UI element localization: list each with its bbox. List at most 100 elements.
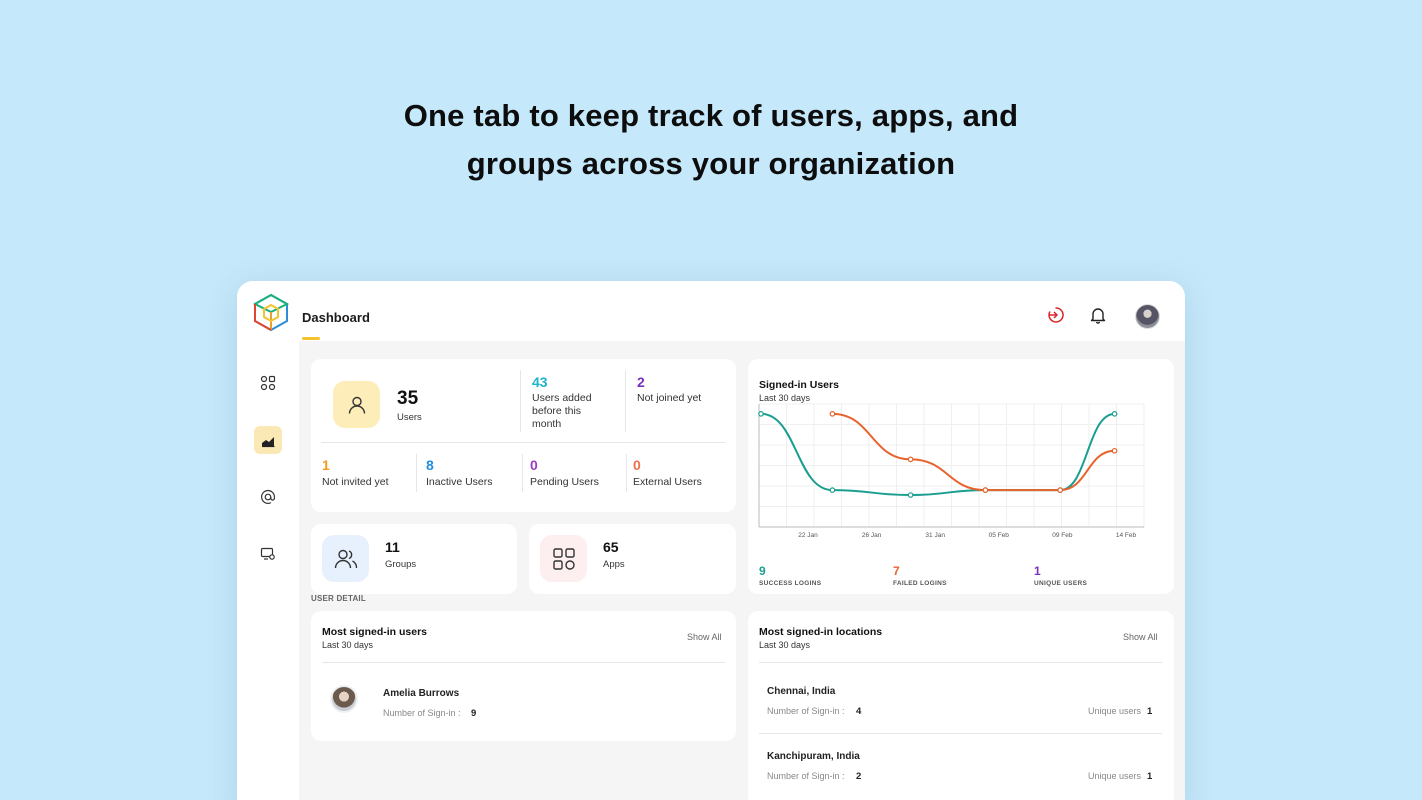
apps-card[interactable]: 65 Apps [529,524,736,594]
series-point-0 [1111,411,1118,417]
unique-users-label: UNIQUE USERS [1034,580,1088,587]
location-signin-count: 2 [856,771,862,782]
location-unique-label: Unique users [1088,771,1142,781]
x-tick-label: 05 Feb [989,532,1010,539]
external-label: External Users [633,476,702,488]
headline: One tab to keep track of users, apps, an… [0,92,1422,188]
groups-icon [334,549,357,568]
user-signin-count: 9 [471,708,477,719]
user-signin-label: Number of Sign-in : [383,708,461,718]
users-added-label-1: Users added [532,392,592,404]
divider [626,454,627,492]
not-invited-label: Not invited yet [322,476,389,488]
users-total-label: Users [397,412,422,423]
success-logins-value: 9 [759,564,766,578]
most-signed-in-locations-card: Most signed-in locations Last 30 days Sh… [748,611,1174,800]
apps-grid-icon [260,375,276,391]
apps-count: 65 [603,539,619,555]
sign-in-activity-icon[interactable] [1046,305,1066,325]
sidebar-item-devices[interactable] [254,540,282,568]
series-point-0 [758,411,764,417]
at-sign-icon [261,489,276,504]
location-signin-label: Number of Sign-in : [767,771,845,781]
divider [416,454,417,492]
success-logins-label: SUCCESS LOGINS [759,580,822,587]
location-signin-label: Number of Sign-in : [767,706,845,716]
groups-card[interactable]: 11 Groups [311,524,517,594]
signed-in-users-card: Signed-in Users Last 30 days 22 Jan 26 Ja… [748,359,1174,594]
locations-title: Most signed-in locations [759,626,883,638]
user-avatar[interactable] [1135,304,1160,329]
user-icon [348,396,365,414]
groups-badge [322,535,369,582]
headline-line-2: groups across your organization [466,146,956,181]
sidebar [237,341,299,800]
series-point-1 [907,456,914,463]
logo-cube-icon[interactable] [253,293,289,331]
x-tick-label: 09 Feb [1052,532,1073,539]
pending-label: Pending Users [530,476,599,488]
divider [625,370,626,432]
divider [759,733,1162,734]
groups-count: 11 [385,539,400,555]
user-name: Amelia Burrows [383,688,460,699]
inactive-value: 8 [426,457,434,473]
users-added-label-3: month [532,418,562,430]
series-point-1 [829,411,836,417]
groups-label: Groups [385,559,417,570]
user-avatar-amelia [330,685,358,713]
location-name: Kanchipuram, India [767,751,860,762]
inactive-label: Inactive Users [426,476,493,488]
location-unique-count: 1 [1147,771,1153,782]
not-joined-value: 2 [637,374,645,390]
most-signed-in-users-card: Most signed-in users Last 30 days Show A… [311,611,736,741]
headline-line-1: One tab to keep track of users, apps, an… [403,98,1019,133]
most-signed-in-users-subtitle: Last 30 days [322,640,374,650]
signed-in-users-chart: 22 Jan 26 Jan 31 Jan 05 Feb 09 Feb 14 Feb [758,403,1145,539]
location-unique-count: 1 [1147,706,1153,717]
main-content: 35 Users 43 Users added before this mont… [299,341,1185,800]
location-row[interactable]: Kanchipuram, India Number of Sign-in : 2… [748,736,1174,798]
top-bar: Dashboard [237,281,1185,341]
x-tick-label: 26 Jan [862,532,882,539]
user-detail-section-label: USER DETAIL [311,594,366,603]
sidebar-item-mail[interactable] [254,483,282,511]
unique-users-value: 1 [1034,564,1041,578]
users-summary-card: 35 Users 43 Users added before this mont… [311,359,736,512]
apps-badge [540,535,587,582]
tab-dashboard[interactable]: Dashboard [302,310,370,325]
sidebar-item-overview[interactable] [254,369,282,397]
divider [322,662,725,663]
show-all-locations-link[interactable]: Show All [1123,632,1158,642]
divider [522,454,523,492]
locations-subtitle: Last 30 days [759,640,811,650]
divider [759,662,1162,663]
divider [321,442,725,443]
pending-value: 0 [530,457,538,473]
apps-label: Apps [603,559,625,570]
most-signed-in-users-title: Most signed-in users [322,626,428,638]
active-tab-indicator [302,337,320,340]
not-joined-label: Not joined yet [637,392,702,404]
series-line-1 [832,412,1115,492]
x-tick-label: 22 Jan [798,532,818,539]
series-point-1 [982,487,989,493]
users-total: 35 [397,388,419,409]
location-name: Chennai, India [767,686,836,697]
apps-icon [552,547,575,570]
x-tick-label: 14 Feb [1116,532,1137,539]
sidebar-item-dashboard[interactable] [254,426,282,454]
series-point-0 [907,492,914,498]
users-added-value: 43 [532,374,548,390]
user-row[interactable]: Amelia Burrows Number of Sign-in : 9 [311,671,736,731]
series-point-1 [1057,487,1064,493]
bell-icon[interactable] [1088,305,1108,325]
show-all-users-link[interactable]: Show All [687,632,722,642]
location-row[interactable]: Chennai, India Number of Sign-in : 4 Uni… [748,671,1174,733]
device-settings-icon [260,547,275,560]
location-unique-label: Unique users [1088,706,1142,716]
failed-logins-label: FAILED LOGINS [893,580,947,587]
divider [520,370,521,432]
users-added-label-2: before this [532,405,582,417]
series-point-0 [829,487,836,493]
